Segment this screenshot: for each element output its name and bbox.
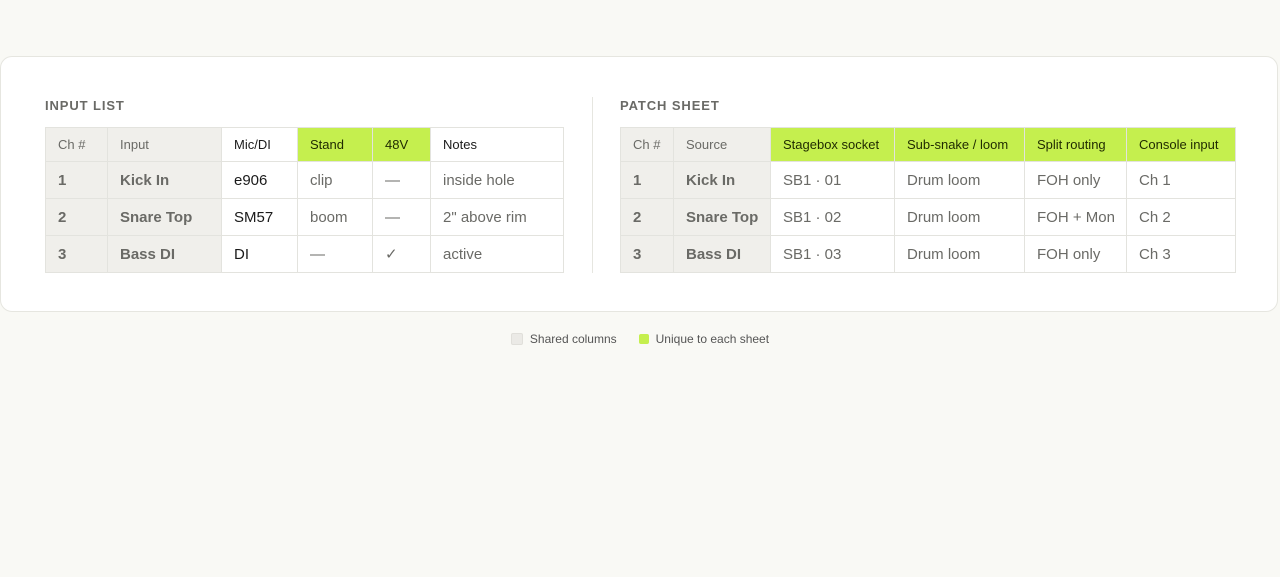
cell-source: Snare Top	[673, 198, 771, 236]
table-row[interactable]: 1 Kick In SB1 · 01 Drum loom FOH only Ch…	[620, 161, 1236, 199]
patch-sheet-header-row: Ch # Source Stagebox socket Sub-snake / …	[620, 127, 1236, 162]
patch-sheet-table: Ch # Source Stagebox socket Sub-snake / …	[620, 127, 1236, 273]
cell-ch: 3	[620, 235, 674, 273]
cell-console-input: Ch 3	[1126, 235, 1236, 273]
cell-notes: inside hole	[430, 161, 564, 199]
cell-ch: 2	[620, 198, 674, 236]
input-list-title: INPUT LIST	[45, 98, 125, 113]
column-header-notes[interactable]: Notes	[430, 127, 564, 162]
cell-input: Bass DI	[107, 235, 222, 273]
column-header-sub-snake-loom[interactable]: Sub-snake / loom	[894, 127, 1025, 162]
cell-split-routing: FOH + Mon	[1024, 198, 1127, 236]
column-header-source[interactable]: Source	[673, 127, 771, 162]
legend-shared-label: Shared columns	[529, 332, 617, 346]
cell-stagebox-socket: SB1 · 03	[770, 235, 895, 273]
cell-source: Bass DI	[673, 235, 771, 273]
column-header-mic-di[interactable]: Mic/DI	[221, 127, 298, 162]
column-header-ch[interactable]: Ch #	[620, 127, 674, 162]
cell-mic-di: DI	[221, 235, 298, 273]
cell-console-input: Ch 2	[1126, 198, 1236, 236]
column-header-48v[interactable]: 48V	[372, 127, 431, 162]
cell-notes: active	[430, 235, 564, 273]
cell-split-routing: FOH only	[1024, 235, 1127, 273]
cell-ch: 3	[45, 235, 108, 273]
column-header-stagebox-socket[interactable]: Stagebox socket	[770, 127, 895, 162]
cell-input: Kick In	[107, 161, 222, 199]
shared-swatch-icon	[510, 333, 523, 345]
cell-mic-di: e906	[221, 161, 298, 199]
cell-split-routing: FOH only	[1024, 161, 1127, 199]
cell-mic-di: SM57	[221, 198, 298, 236]
column-header-input[interactable]: Input	[107, 127, 222, 162]
patch-sheet-title: PATCH SHEET	[620, 98, 720, 113]
cell-stagebox-socket: SB1 · 01	[770, 161, 895, 199]
cell-stand: clip	[297, 161, 373, 199]
column-header-stand[interactable]: Stand	[297, 127, 373, 162]
legend: Shared columns Unique to each sheet	[0, 332, 1280, 346]
legend-item-shared: Shared columns	[510, 332, 617, 346]
table-row[interactable]: 2 Snare Top SB1 · 02 Drum loom FOH + Mon…	[620, 198, 1236, 236]
input-list-table: Ch # Input Mic/DI Stand 48V Notes 1 Kick…	[45, 127, 564, 273]
cell-48v: ✓	[372, 235, 431, 273]
cell-ch: 2	[45, 198, 108, 236]
table-row[interactable]: 3 Bass DI SB1 · 03 Drum loom FOH only Ch…	[620, 235, 1236, 273]
cell-48v: —	[372, 161, 431, 199]
table-row[interactable]: 1 Kick In e906 clip — inside hole	[45, 161, 564, 199]
legend-unique-label: Unique to each sheet	[655, 332, 770, 346]
cell-48v: —	[372, 198, 431, 236]
column-header-split-routing[interactable]: Split routing	[1024, 127, 1127, 162]
section-divider	[592, 97, 593, 273]
column-header-ch[interactable]: Ch #	[45, 127, 108, 162]
cell-stand: —	[297, 235, 373, 273]
legend-item-unique: Unique to each sheet	[638, 332, 770, 346]
cell-source: Kick In	[673, 161, 771, 199]
cell-stagebox-socket: SB1 · 02	[770, 198, 895, 236]
cell-ch: 1	[620, 161, 674, 199]
table-row[interactable]: 3 Bass DI DI — ✓ active	[45, 235, 564, 273]
cell-input: Snare Top	[107, 198, 222, 236]
cell-console-input: Ch 1	[1126, 161, 1236, 199]
cell-stand: boom	[297, 198, 373, 236]
column-header-console-input[interactable]: Console input	[1126, 127, 1236, 162]
input-list-header-row: Ch # Input Mic/DI Stand 48V Notes	[45, 127, 564, 162]
table-row[interactable]: 2 Snare Top SM57 boom — 2" above rim	[45, 198, 564, 236]
cell-sub-snake-loom: Drum loom	[894, 161, 1025, 199]
cell-sub-snake-loom: Drum loom	[894, 198, 1025, 236]
cell-ch: 1	[45, 161, 108, 199]
unique-swatch-icon	[638, 334, 649, 344]
cell-notes: 2" above rim	[430, 198, 564, 236]
cell-sub-snake-loom: Drum loom	[894, 235, 1025, 273]
sheets-card: INPUT LIST Ch # Input Mic/DI Stand 48V N…	[0, 56, 1278, 312]
